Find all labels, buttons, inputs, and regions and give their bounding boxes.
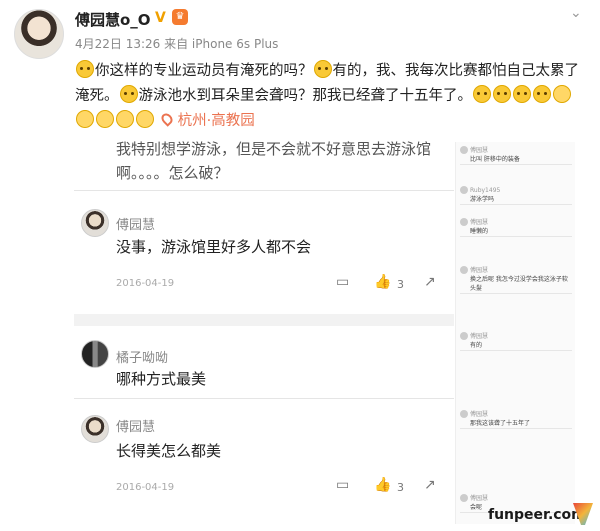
- thumb-author: Ruby1495: [470, 187, 501, 194]
- avatar: [460, 266, 468, 274]
- doge-emoji-icon: [493, 85, 511, 103]
- like-count: 3: [397, 481, 404, 494]
- divider: [74, 190, 454, 191]
- avatar[interactable]: [14, 9, 64, 59]
- like-icon[interactable]: 👍: [374, 477, 391, 493]
- like-icon[interactable]: 👍: [374, 274, 391, 290]
- section-gap: [74, 314, 454, 326]
- hug-emoji-icon: [553, 85, 571, 103]
- post-text: 你这样的专业运动员有淹死的吗？ 有的，我、我每次比赛都怕自己太累了淹死。 游泳池水到…: [75, 59, 590, 134]
- doge-emoji-icon: [533, 85, 551, 103]
- thumb-author: 傅园慧: [470, 495, 489, 502]
- doge-emoji-icon: [76, 60, 94, 78]
- hug-emoji-icon: [76, 110, 94, 128]
- question-text: 我特别想学游泳，但是不会就不好意思去游泳馆啊。。。。怎么破？: [116, 140, 432, 182]
- verified-badge: V: [155, 10, 166, 26]
- post-text-segment: 游泳池水到耳朵里会聋吗？那我已经聋了十五年了。: [138, 88, 473, 104]
- thumb-text: 睡懒的: [470, 228, 489, 235]
- avatar: [460, 218, 468, 226]
- thumb-author: 傅园慧: [470, 411, 489, 418]
- avatar[interactable]: [81, 340, 109, 368]
- location-link[interactable]: 杭州·高教园: [178, 113, 255, 129]
- comment-text: 长得美怎么都美: [116, 442, 222, 460]
- thumb-author: 傅园慧: [470, 219, 489, 226]
- reply-icon[interactable]: ▭: [336, 274, 349, 290]
- avatar: [460, 146, 468, 154]
- chevron-down-icon[interactable]: ⌄: [570, 5, 582, 21]
- list-item: 傅园慧 有的: [460, 332, 572, 351]
- hug-emoji-icon: [136, 110, 154, 128]
- comment-date: 2016-04-19: [116, 278, 175, 289]
- thumb-author: 傅园慧: [470, 147, 489, 154]
- post-meta: 4月22日 13:26 来自 iPhone 6s Plus: [75, 37, 279, 51]
- reply-icon[interactable]: ▭: [336, 477, 349, 493]
- thumb-text: 那我这该聋了十五年了: [470, 420, 531, 427]
- list-item: 傅园慧 那我这该聋了十五年了: [460, 410, 572, 429]
- avatar[interactable]: [81, 209, 109, 237]
- comment-author[interactable]: 橘子呦呦: [116, 347, 168, 366]
- avatar[interactable]: [81, 415, 109, 443]
- hug-emoji-icon: [116, 110, 134, 128]
- comment-text: 哪种方式最美: [116, 370, 207, 388]
- username[interactable]: 傅园慧o_O: [75, 9, 151, 30]
- comment-author[interactable]: 傅园慧: [116, 416, 155, 435]
- doge-emoji-icon: [513, 85, 531, 103]
- vip-icon: ♛: [172, 9, 188, 25]
- watermark: funpeer.com: [488, 507, 586, 523]
- list-item: 傅园慧 睡懒的: [460, 218, 572, 237]
- thumb-text: 有的: [470, 342, 483, 349]
- doge-emoji-icon: [473, 85, 491, 103]
- list-item: Ruby1495 游泳学吗: [460, 186, 572, 205]
- thumb-author: 傅园慧: [470, 333, 489, 340]
- avatar: [460, 410, 468, 418]
- list-item: 傅园慧 换之后呢 我怎今过没学会我这泳子软头髮: [460, 266, 572, 294]
- thumb-author: 傅园慧: [470, 267, 489, 274]
- thumb-text: 比叫 肝移中的装备: [470, 156, 520, 163]
- thumb-text: 换之后呢 我怎今过没学会我这泳子软头髮: [470, 276, 568, 292]
- thumbnail-strip: 傅园慧 比叫 肝移中的装备 Ruby1495 游泳学吗 傅园慧 睡懒的 傅园慧 …: [455, 142, 575, 524]
- avatar: [460, 494, 468, 502]
- comment-text: 没事，游泳馆里好多人都不会: [116, 238, 312, 256]
- list-item: 傅园慧 比叫 肝移中的装备: [460, 146, 572, 165]
- like-count: 3: [397, 278, 404, 291]
- share-icon[interactable]: ↗: [424, 274, 436, 290]
- share-icon[interactable]: ↗: [424, 477, 436, 493]
- thumb-text: 游泳学吗: [470, 196, 495, 203]
- comment-date: 2016-04-19: [116, 482, 175, 493]
- avatar: [460, 332, 468, 340]
- post-text-segment: 你这样的专业运动员有淹死的吗？: [95, 63, 313, 79]
- doge-emoji-icon: [119, 85, 138, 103]
- doge-emoji-icon: [313, 60, 332, 78]
- hug-emoji-icon: [96, 110, 114, 128]
- location-pin-icon: [158, 111, 175, 127]
- comment-author[interactable]: 傅园慧: [116, 214, 155, 233]
- divider: [74, 398, 454, 399]
- comments-screenshot: 我特别想学游泳，但是不会就不好意思去游泳馆啊。。。。怎么破？ 傅园慧 没事，游泳…: [74, 136, 454, 513]
- avatar: [460, 186, 468, 194]
